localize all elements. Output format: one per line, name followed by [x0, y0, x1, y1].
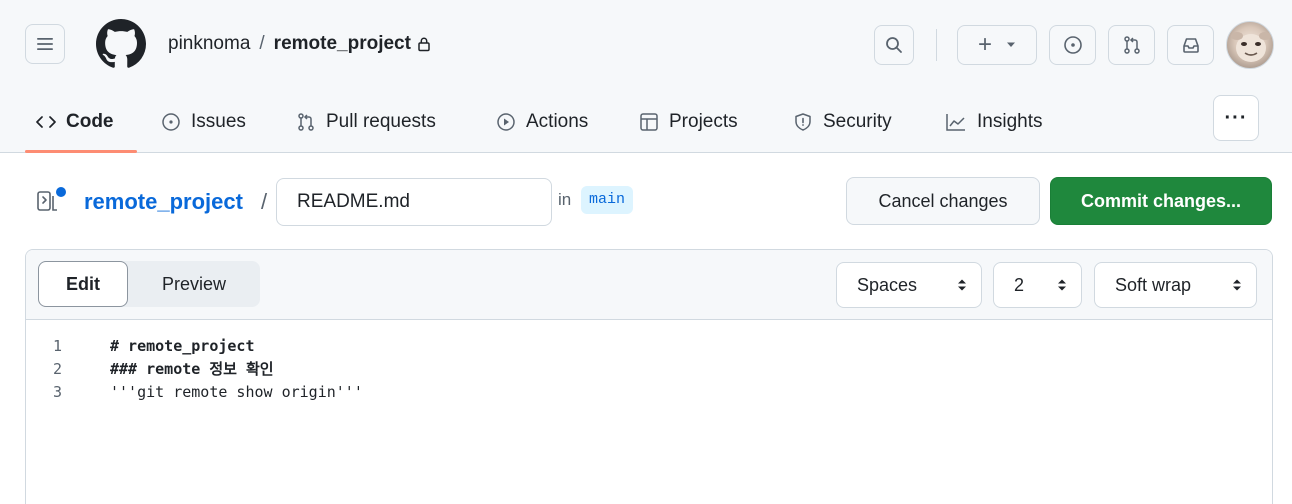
tab-security[interactable]: Security: [793, 102, 892, 142]
table-icon: [640, 113, 658, 131]
line-text[interactable]: '''git remote show origin''': [110, 381, 363, 404]
search-button[interactable]: [874, 25, 914, 65]
repo-breadcrumb: pinknoma / remote_project: [168, 33, 431, 55]
repo-owner-link[interactable]: pinknoma: [168, 33, 250, 55]
line-text[interactable]: ### remote 정보 확인: [110, 358, 274, 381]
play-icon: [497, 113, 515, 131]
tab-insights-label: Insights: [977, 111, 1043, 132]
tab-pull-requests[interactable]: Pull requests: [296, 102, 436, 142]
more-options-button[interactable]: ···: [1213, 95, 1259, 141]
tab-insights[interactable]: Insights: [945, 102, 1042, 142]
global-bar: pinknoma / remote_project +: [0, 0, 1292, 92]
file-tree-toggle-icon[interactable]: [36, 186, 70, 216]
tab-code[interactable]: Code: [36, 102, 114, 142]
cancel-changes-button[interactable]: Cancel changes: [846, 177, 1040, 225]
edit-preview-toggle: Edit Preview: [38, 261, 260, 307]
inbox-icon: [1182, 38, 1199, 53]
hamburger-menu-button[interactable]: [25, 24, 65, 64]
hamburger-icon: [37, 38, 53, 50]
line-number: 3: [52, 383, 62, 401]
header-divider: [936, 29, 937, 61]
tab-issues[interactable]: Issues: [161, 102, 246, 142]
shield-icon: [795, 113, 811, 131]
plus-icon: +: [977, 31, 992, 58]
git-pull-request-icon: [1123, 36, 1140, 54]
breadcrumb-separator: /: [261, 189, 268, 214]
wrap-mode-value: Soft wrap: [1115, 274, 1192, 295]
indent-mode-value: Spaces: [857, 274, 918, 295]
code-line: 2 ### remote 정보 확인: [26, 358, 1272, 381]
avatar-image-icon: [1231, 32, 1271, 62]
filename-input[interactable]: [276, 178, 552, 226]
active-tab-indicator: [25, 150, 137, 153]
kebab-horizontal-icon: ···: [1224, 107, 1248, 129]
indent-mode-select[interactable]: Spaces: [836, 262, 982, 308]
line-number: 1: [52, 337, 62, 355]
app-header: pinknoma / remote_project + Code Issues …: [0, 0, 1292, 153]
github-logo-icon[interactable]: [96, 19, 146, 69]
your-issues-button[interactable]: [1049, 25, 1096, 65]
code-line: 3 '''git remote show origin''': [26, 381, 1272, 404]
indent-size-value: 2: [1014, 274, 1025, 295]
wrap-mode-select[interactable]: Soft wrap: [1094, 262, 1257, 308]
lock-icon: [418, 37, 430, 52]
your-pull-requests-button[interactable]: [1108, 25, 1155, 65]
search-icon: [886, 37, 902, 53]
issue-opened-icon: [1063, 36, 1082, 54]
indent-size-select[interactable]: 2: [993, 262, 1082, 308]
git-pull-request-icon: [298, 113, 314, 131]
breadcrumb-separator: /: [259, 33, 265, 54]
branch-in-label: in: [558, 190, 572, 209]
breadcrumb-repo-link[interactable]: remote_project: [84, 189, 243, 215]
tab-actions[interactable]: Actions: [496, 102, 588, 142]
tab-actions-label: Actions: [526, 111, 589, 132]
tab-preview[interactable]: Preview: [128, 261, 260, 307]
tab-issues-label: Issues: [191, 111, 246, 132]
branch-badge: main: [581, 186, 634, 214]
code-line: 1 # remote_project: [26, 335, 1272, 358]
tab-projects-label: Projects: [669, 111, 738, 132]
tab-projects[interactable]: Projects: [639, 102, 738, 142]
tab-security-label: Security: [823, 111, 892, 132]
editor-panel-header: Edit Preview Spaces 2 Soft wrap: [26, 250, 1272, 320]
code-editor[interactable]: 1 # remote_project 2 ### remote 정보 확인 3 …: [26, 320, 1272, 404]
repo-name-link[interactable]: remote_project: [274, 33, 411, 55]
tab-edit[interactable]: Edit: [38, 261, 128, 307]
repo-navigation: Code Issues Pull requests Actions Projec…: [0, 92, 1292, 153]
line-text[interactable]: # remote_project: [110, 335, 255, 358]
select-arrows-icon: [958, 279, 966, 291]
code-icon: [36, 116, 56, 128]
select-arrows-icon: [1233, 279, 1241, 291]
user-avatar[interactable]: [1226, 21, 1274, 69]
line-number: 2: [52, 360, 62, 378]
create-new-button[interactable]: +: [957, 25, 1037, 65]
issue-opened-icon: [162, 113, 180, 131]
triangle-down-icon: [1007, 42, 1015, 47]
tab-pull-requests-label: Pull requests: [326, 111, 436, 132]
tab-code-label: Code: [66, 111, 114, 132]
select-arrows-icon: [1058, 279, 1066, 291]
notifications-button[interactable]: [1167, 25, 1214, 65]
commit-changes-button[interactable]: Commit changes...: [1050, 177, 1272, 225]
graph-icon: [946, 114, 965, 131]
editor-panel: Edit Preview Spaces 2 Soft wrap 1 # remo…: [25, 249, 1273, 504]
